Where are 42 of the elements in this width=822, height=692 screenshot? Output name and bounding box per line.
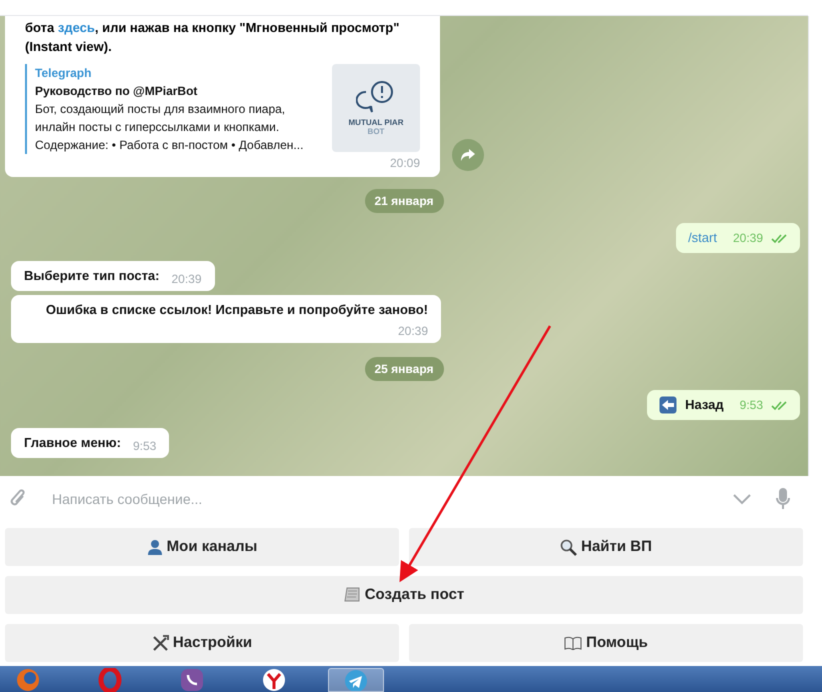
keyboard-button[interactable]: Настройки: [5, 624, 399, 662]
letter-o-icon: [98, 668, 122, 692]
message-time: 20:39: [732, 230, 763, 247]
tools-icon: [152, 634, 169, 652]
keyboard-button[interactable]: Помощь: [409, 624, 803, 662]
keyboard-button[interactable]: Создать пост: [5, 576, 803, 614]
chevron-down-icon[interactable]: [732, 493, 752, 505]
globe-icon: [16, 668, 40, 692]
message-time: 9:53: [132, 438, 156, 455]
book-icon: [564, 636, 582, 650]
letter-y-icon: [262, 668, 286, 692]
preview-image-subtext: BOT: [368, 127, 384, 136]
message-text: Главное меню:: [24, 434, 121, 452]
taskbar-button[interactable]: [328, 668, 384, 692]
message-text: /start: [688, 229, 717, 247]
message-text: Назад: [685, 396, 724, 414]
message-input[interactable]: Написать сообщение...: [52, 488, 720, 510]
preview-description: Бот, создающий посты для взаимного пиара, инлайн посты с гиперссылками и кнопками. Содержание: • Работа с вп-постом • Добавлен...: [35, 101, 304, 154]
keyboard-button[interactable]: Найти ВП: [409, 528, 803, 566]
message-text: Выберите тип поста:: [24, 267, 160, 285]
share-arrow-icon: [460, 148, 476, 162]
preview-site: Telegraph: [35, 65, 92, 82]
chat-bubbles-icon: [356, 80, 396, 114]
message-text: Ошибка в списке ссылок! Исправьте и попробуйте заново!: [46, 301, 428, 319]
preview-image-text: MUTUAL PIAR: [348, 118, 404, 127]
person-icon: [146, 539, 163, 555]
forward-button[interactable]: [452, 139, 484, 171]
preview-title: Руководство по @MPiarBot: [35, 83, 198, 100]
keyboard-button[interactable]: Мои каналы: [5, 528, 399, 566]
message-time: 20:39: [398, 323, 428, 340]
link[interactable]: здесь: [58, 20, 95, 35]
message-time: 9:53: [740, 397, 763, 414]
phone-bubble-icon: [180, 668, 204, 692]
date-badge: 25 января: [364, 357, 444, 381]
microphone-icon[interactable]: [776, 487, 790, 511]
message-time: 20:39: [172, 271, 202, 288]
magnifier-icon: [560, 538, 578, 556]
message-time: 20:09: [390, 155, 420, 172]
message-text: бота здесь, или нажав на кнопку "Мгновенный просмотр" (Instant view).: [25, 19, 400, 56]
page-icon: [344, 587, 361, 603]
date-badge: 21 января: [364, 189, 444, 213]
paper-plane-icon: [344, 669, 368, 691]
